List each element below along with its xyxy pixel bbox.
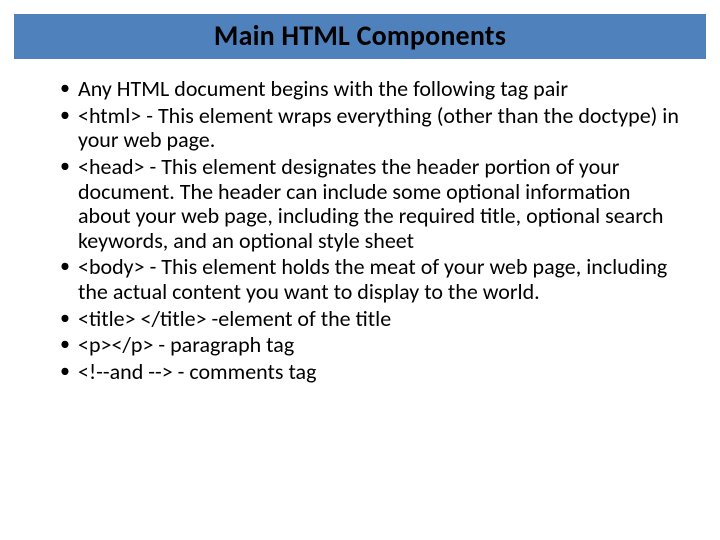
- title-bar: Main HTML Components: [14, 14, 706, 59]
- slide: Main HTML Components Any HTML document b…: [0, 14, 720, 540]
- list-item: <title> </title> -element of the title: [60, 307, 682, 332]
- list-item: <html> - This element wraps everything (…: [60, 104, 682, 153]
- list-item: <body> - This element holds the meat of …: [60, 255, 682, 304]
- list-item: <!--and --> - comments tag: [60, 360, 682, 385]
- bullet-list: Any HTML document begins with the follow…: [60, 77, 682, 385]
- slide-title: Main HTML Components: [14, 18, 706, 53]
- list-item: <head> - This element designates the hea…: [60, 155, 682, 254]
- list-item: Any HTML document begins with the follow…: [60, 77, 682, 102]
- list-item: <p></p> - paragraph tag: [60, 333, 682, 358]
